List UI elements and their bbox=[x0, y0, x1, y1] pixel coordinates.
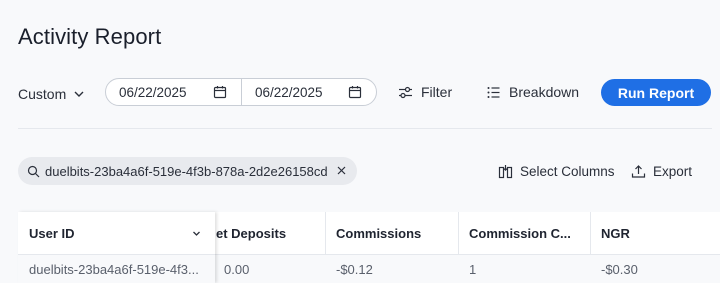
column-header-commissions[interactable]: Commissions bbox=[336, 212, 456, 254]
end-date-value: 06/22/2025 bbox=[255, 84, 323, 100]
chevron-down-icon[interactable] bbox=[192, 229, 201, 238]
date-range-picker: 06/22/2025 06/22/2025 bbox=[105, 78, 377, 106]
end-date-field[interactable]: 06/22/2025 bbox=[241, 79, 376, 105]
date-range-label: Custom bbox=[18, 86, 67, 102]
report-table: et Deposits Commissions Commission C... … bbox=[18, 212, 720, 283]
select-columns-button[interactable]: Select Columns bbox=[498, 162, 615, 180]
divider bbox=[18, 128, 712, 129]
column-divider bbox=[325, 212, 326, 255]
columns-icon bbox=[498, 164, 513, 178]
select-columns-label: Select Columns bbox=[520, 163, 615, 179]
calendar-icon bbox=[213, 86, 227, 99]
date-range-select[interactable]: Custom bbox=[18, 78, 86, 110]
export-button[interactable]: Export bbox=[631, 162, 692, 180]
filter-button[interactable]: Filter bbox=[398, 78, 452, 106]
sliders-icon bbox=[399, 86, 412, 98]
breakdown-button[interactable]: Breakdown bbox=[486, 78, 579, 106]
search-icon bbox=[27, 165, 40, 177]
upload-icon bbox=[631, 164, 646, 178]
breakdown-label: Breakdown bbox=[509, 84, 580, 100]
pinned-user-id-column: User ID duelbits-23ba4a6f-519e-4f3... bbox=[18, 212, 215, 283]
activity-report-page: Activity Report Custom 06/22/2025 06/22/… bbox=[0, 0, 720, 283]
run-report-button[interactable]: Run Report bbox=[601, 79, 711, 106]
filter-label: Filter bbox=[421, 84, 453, 100]
export-label: Export bbox=[653, 163, 693, 179]
list-icon bbox=[487, 86, 500, 98]
start-date-field[interactable]: 06/22/2025 bbox=[106, 79, 241, 105]
search-chip[interactable]: duelbits-23ba4a6f-519e-4f3b-878a-2d2e261… bbox=[18, 157, 357, 185]
user-id-cell: duelbits-23ba4a6f-519e-4f3... bbox=[18, 255, 215, 283]
column-header-ngr[interactable]: NGR bbox=[601, 212, 701, 254]
column-divider bbox=[458, 212, 459, 255]
net-deposits-cell: 0.00 bbox=[224, 261, 250, 277]
ngr-cell: -$0.30 bbox=[601, 261, 638, 277]
close-icon[interactable] bbox=[336, 165, 347, 176]
start-date-value: 06/22/2025 bbox=[119, 84, 187, 100]
user-id-header-label: User ID bbox=[29, 225, 75, 241]
page-title: Activity Report bbox=[18, 24, 162, 49]
column-divider bbox=[590, 212, 591, 255]
chevron-down-icon bbox=[74, 91, 84, 97]
column-header-user-id[interactable]: User ID bbox=[18, 212, 215, 255]
search-value: duelbits-23ba4a6f-519e-4f3b-878a-2d2e261… bbox=[45, 163, 327, 179]
report-toolbar: Custom 06/22/2025 06/22/2025 Filter Brea… bbox=[0, 78, 720, 110]
column-header-commission-count[interactable]: Commission C... bbox=[469, 212, 584, 254]
calendar-icon bbox=[348, 86, 362, 99]
commission-count-cell: 1 bbox=[469, 261, 477, 277]
column-header-net-deposits[interactable]: et Deposits bbox=[216, 212, 326, 254]
commissions-cell: -$0.12 bbox=[336, 261, 373, 277]
